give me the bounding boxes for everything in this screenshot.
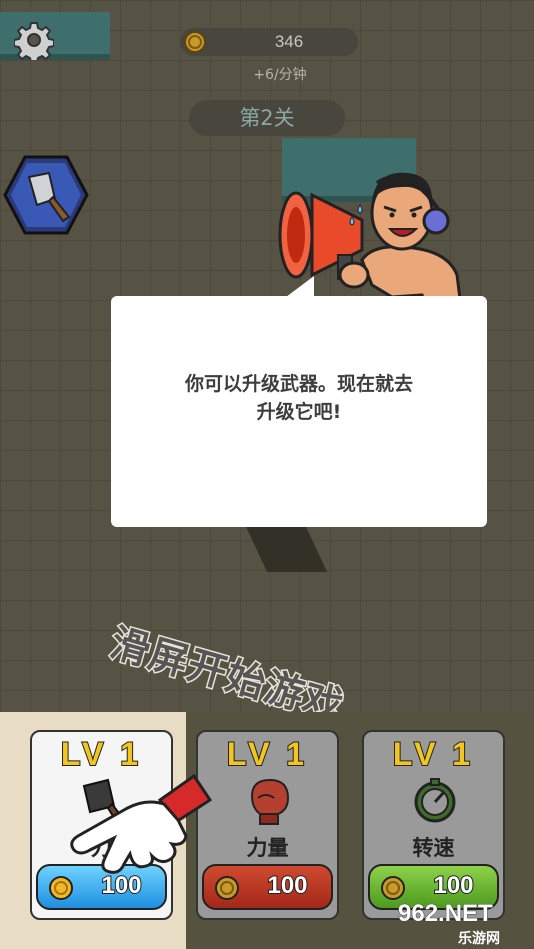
coin-icon [215,876,239,900]
card-level: LV 1 [60,735,143,773]
upgrade-price: 100 [266,871,308,900]
dialog-message: 你可以升级武器。现在就去 升级它吧! [111,370,487,426]
dialog-line: 你可以升级武器。现在就去 [184,373,413,395]
income-rate: +6/分钟 [253,67,307,83]
coin-counter: 346 [180,28,358,56]
upgrade-card-power[interactable]: LV 1 力量 100 [196,730,339,920]
dialog-line: 升级它吧! [256,401,342,423]
settings-button[interactable] [12,18,56,62]
card-name: 转速 [412,836,455,860]
coin-icon [184,31,206,53]
upgrade-power-button[interactable]: 100 [202,864,333,910]
gear-icon [14,22,54,60]
watermark-subtitle: 乐游网 [458,931,500,947]
level-indicator: 第2关 [189,100,345,136]
watermark-logo: 962.NET [398,900,494,928]
card-name: 力量 [246,836,289,860]
weapon-slot[interactable] [3,155,89,239]
coin-amount: 346 [274,32,304,51]
card-level: LV 1 [226,735,309,773]
card-level: LV 1 [392,735,475,773]
coin-icon [381,876,405,900]
tutorial-dialog[interactable]: 你可以升级武器。现在就去 升级它吧! [111,296,487,527]
site-watermark: 962.NET 乐游网 [398,900,532,948]
upgrade-card-speed[interactable]: LV 1 转速 100 [362,730,505,920]
boxing-glove-icon [250,778,290,825]
tutorial-pointer-hand-icon [70,773,213,874]
speedometer-icon [414,778,456,823]
upgrade-price: 100 [432,871,474,900]
